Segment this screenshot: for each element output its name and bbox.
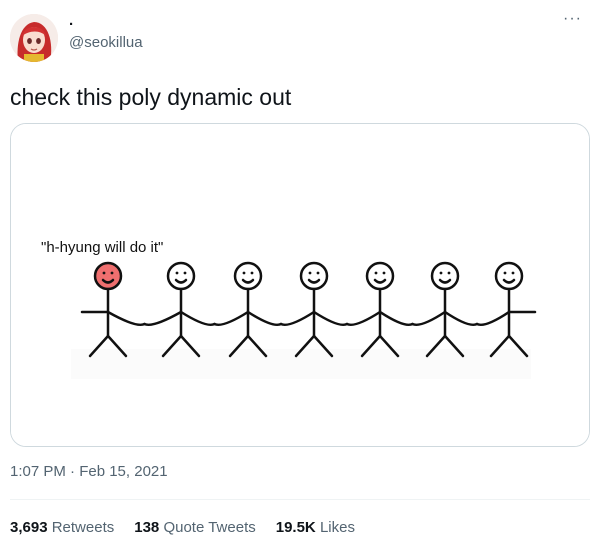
engagement-stats: 3,693 Retweets 138 Quote Tweets 19.5K Li… — [10, 519, 355, 536]
more-options-icon[interactable]: ··· — [563, 10, 582, 28]
avatar[interactable] — [10, 14, 58, 62]
retweets-stat[interactable]: 3,693 Retweets — [10, 519, 114, 536]
quote-tweets-count: 138 — [134, 519, 160, 536]
tweet-text: check this poly dynamic out — [10, 84, 292, 110]
likes-count: 19.5K — [275, 519, 316, 536]
stick-figure-head — [166, 261, 196, 291]
stick-figure-head — [365, 261, 395, 291]
likes-label: Likes — [319, 519, 355, 536]
tweet-header: . @seokillua ··· — [0, 0, 600, 70]
quote-tweets-stat[interactable]: 138 Quote Tweets — [134, 519, 255, 536]
retweets-count: 3,693 — [10, 519, 48, 536]
stick-figures-image: "h-hyung will do it" — [11, 124, 589, 446]
timestamp[interactable]: 1:07 PM · Feb 15, 2021 — [10, 463, 168, 480]
quote-tweets-label: Quote Tweets — [163, 519, 256, 536]
user-handle[interactable]: @seokillua — [69, 34, 143, 51]
retweets-label: Retweets — [51, 519, 115, 536]
stick-figure-head — [494, 261, 524, 291]
stick-figure-head — [430, 261, 460, 291]
display-name[interactable]: . — [69, 12, 73, 29]
stick-figure-head — [233, 261, 263, 291]
stick-figure-head — [299, 261, 329, 291]
likes-stat[interactable]: 19.5K Likes — [276, 519, 355, 536]
image-caption: "h-hyung will do it" — [41, 239, 163, 256]
avatar-image — [10, 14, 58, 62]
tweet-media[interactable]: "h-hyung will do it" — [10, 123, 590, 447]
stick-figure-head — [93, 261, 123, 291]
divider — [10, 499, 590, 500]
